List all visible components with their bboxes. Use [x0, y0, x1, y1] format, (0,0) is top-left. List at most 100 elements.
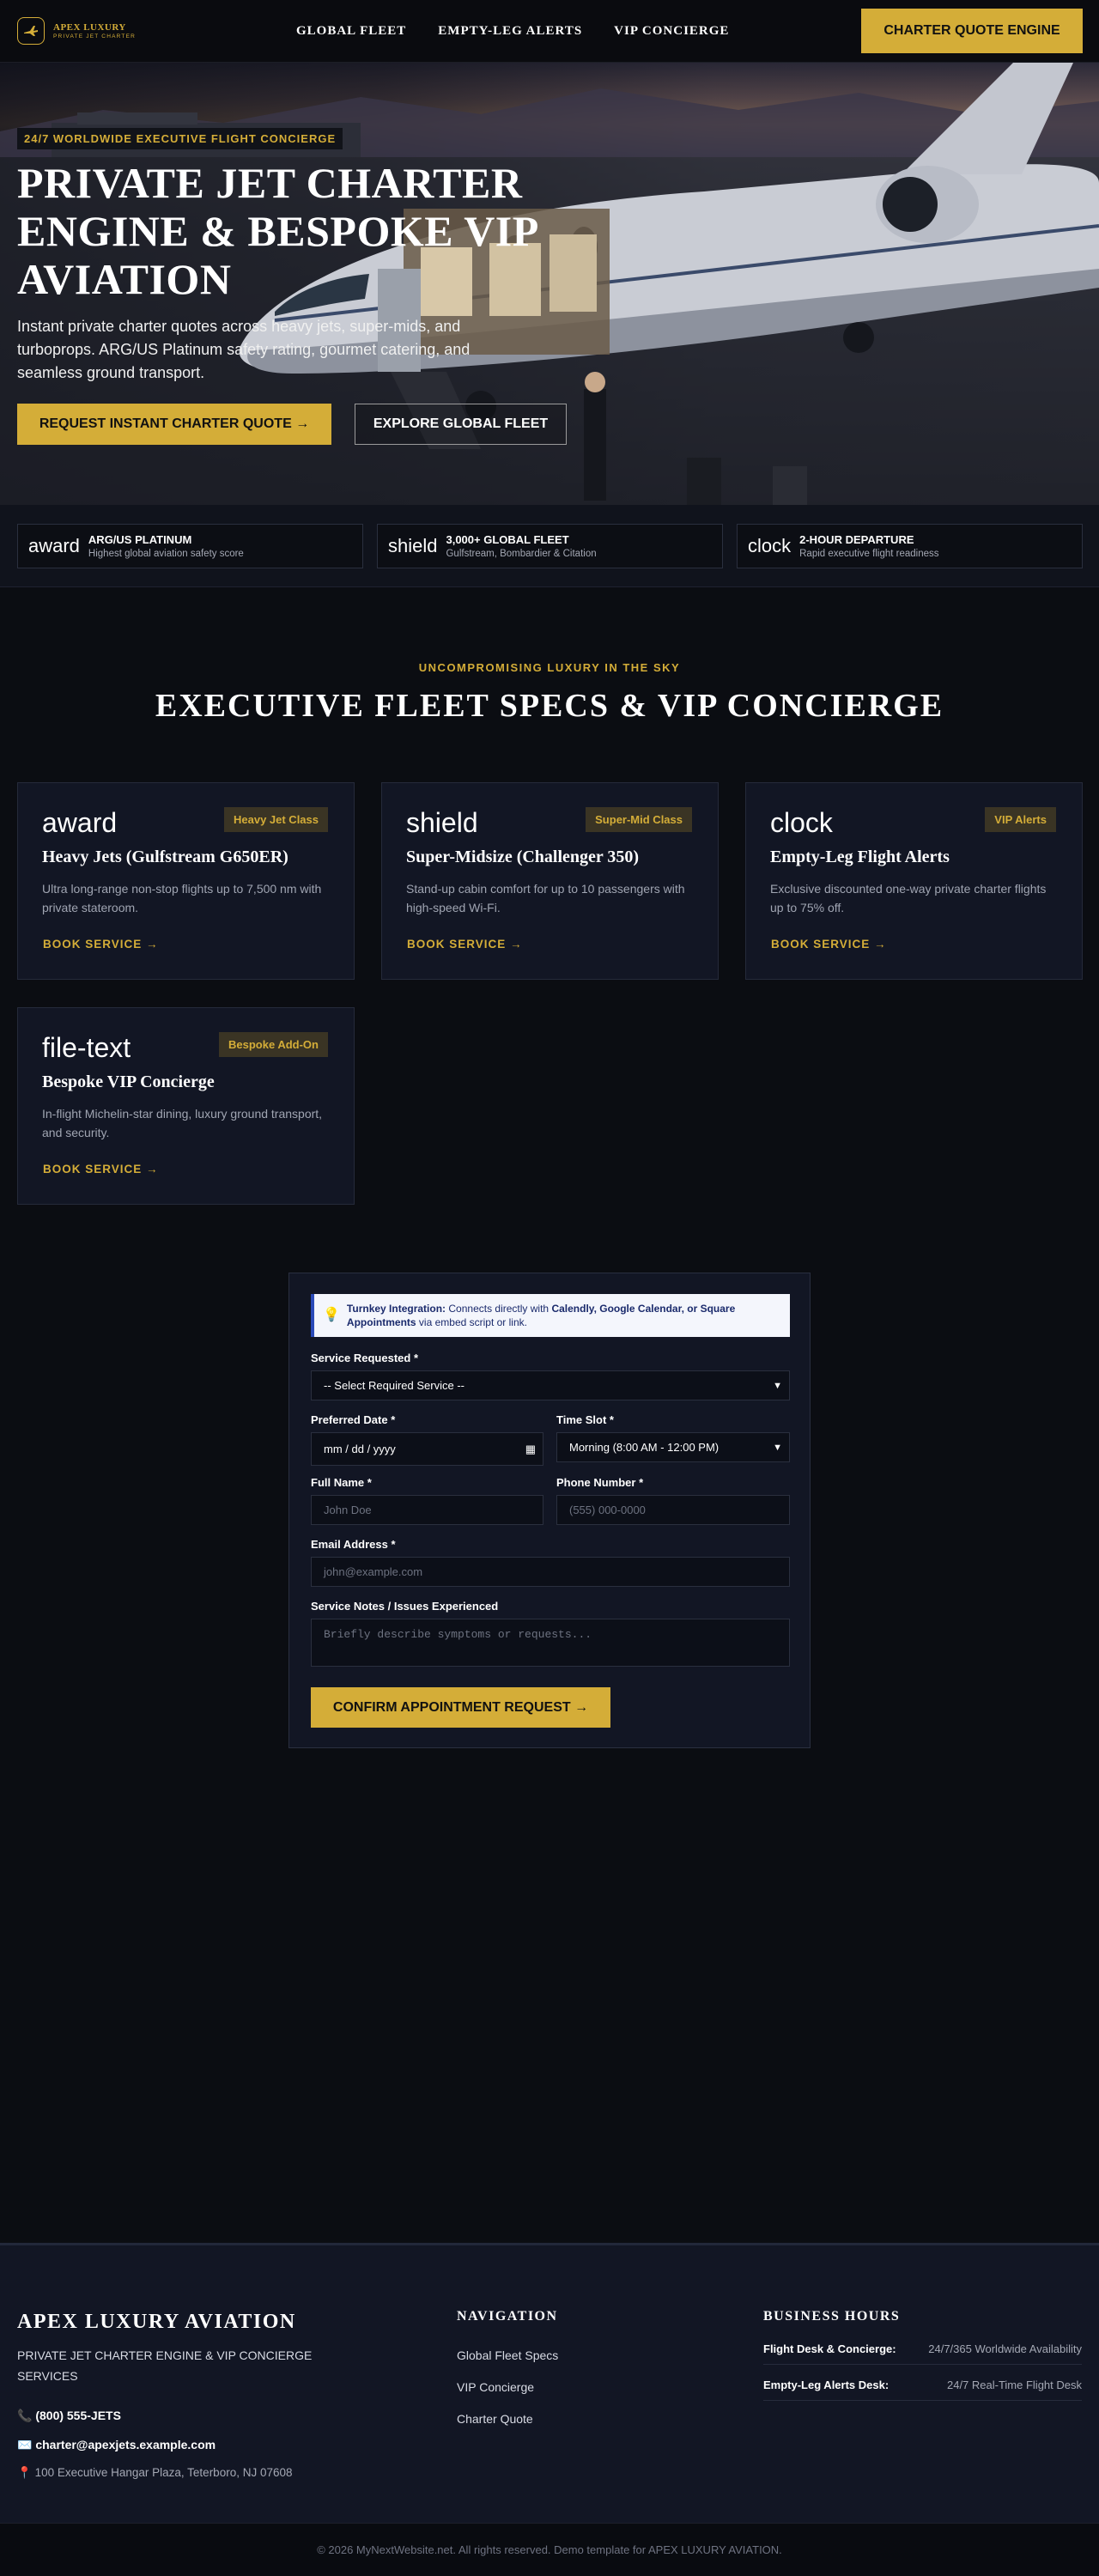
service-card-super-midsize: shield Super-Mid Class Super-Midsize (Ch…	[381, 782, 719, 980]
services-eyebrow: UNCOMPROMISING LUXURY IN THE SKY	[418, 661, 681, 674]
phone-label: Phone Number *	[556, 1476, 644, 1489]
full-name-input[interactable]: John Doe	[311, 1495, 543, 1525]
service-title: Super-Midsize (Challenger 350)	[406, 848, 640, 866]
hero-section: 24/7 WORLDWIDE EXECUTIVE FLIGHT CONCIERG…	[0, 63, 1099, 505]
hero-subtitle: Instant private charter quotes across he…	[17, 318, 471, 381]
phone-icon: 📞	[17, 2409, 36, 2422]
appointment-form: 💡 Turnkey Integration: Connects directly…	[288, 1273, 811, 1748]
note-text: Connects directly with	[446, 1303, 552, 1315]
service-select[interactable]: -- Select Required Service -- ▼	[311, 1370, 790, 1400]
hours-row: Flight Desk & Concierge: 24/7/365 Worldwi…	[763, 2342, 1082, 2365]
service-desc: Stand-up cabin comfort for up to 10 pass…	[406, 882, 685, 914]
footer-tagline: PRIVATE JET CHARTER ENGINE & VIP CONCIER…	[17, 2348, 313, 2383]
stat-desc: Rapid executive flight readiness	[799, 549, 939, 559]
logo[interactable]: APEX LUXURY PRIVATE JET CHARTER	[17, 17, 275, 45]
lightbulb-icon: 💡	[323, 1308, 340, 1322]
explore-global-fleet-button[interactable]: EXPLORE GLOBAL FLEET	[355, 404, 567, 445]
book-service-link[interactable]: BOOK SERVICE →	[43, 1163, 159, 1176]
footer-brand: APEX LUXURY AVIATION	[17, 2311, 296, 2333]
confirm-appointment-button[interactable]: CONFIRM APPOINTMENT REQUEST →	[311, 1687, 610, 1728]
email-input[interactable]: john@example.com	[311, 1557, 790, 1587]
time-slot-label: Time Slot *	[556, 1413, 614, 1426]
stat-desc: Highest global aviation safety score	[88, 549, 244, 559]
book-service-link[interactable]: BOOK SERVICE →	[43, 938, 159, 951]
footer-link-concierge[interactable]: VIP Concierge	[457, 2380, 534, 2394]
footer-address-text: 100 Executive Hangar Plaza, Teterboro, N…	[34, 2466, 293, 2479]
footer-nav-heading: NAVIGATION	[457, 2309, 558, 2324]
service-badge: Super-Mid Class	[586, 807, 692, 832]
stat-title: 2-HOUR DEPARTURE	[799, 533, 914, 546]
email-label: Email Address *	[311, 1538, 396, 1551]
footer-phone-text: (800) 555-JETS	[35, 2409, 121, 2422]
time-slot-value: Morning (8:00 AM - 12:00 PM)	[569, 1441, 720, 1454]
stat-fleet: shield 3,000+ GLOBAL FLEET Gulfstream, Bo…	[377, 524, 723, 568]
main-nav: GLOBAL FLEET EMPTY-LEG ALERTS VIP CONCIE…	[296, 24, 729, 39]
award-icon: award	[28, 535, 80, 556]
footer-link-quote[interactable]: Charter Quote	[457, 2412, 533, 2426]
service-desc: Exclusive discounted one-way private cha…	[770, 882, 1047, 914]
nav-vip-concierge[interactable]: VIP CONCIERGE	[614, 24, 729, 39]
book-service-link[interactable]: BOOK SERVICE →	[407, 938, 523, 951]
integration-note: 💡 Turnkey Integration: Connects directly…	[311, 1294, 790, 1337]
service-card-empty-leg: clock VIP Alerts Empty-Leg Flight Alerts…	[745, 782, 1083, 980]
site-header: APEX LUXURY PRIVATE JET CHARTER GLOBAL F…	[0, 0, 1099, 63]
date-input[interactable]: mm / dd / yyyy ▦	[311, 1432, 543, 1466]
stat-departure: clock 2-HOUR DEPARTURE Rapid executive fl…	[737, 524, 1083, 568]
hero-title: PRIVATE JET CHARTER ENGINE & BESPOKE VIP…	[17, 159, 537, 303]
stat-title: 3,000+ GLOBAL FLEET	[446, 533, 569, 546]
copyright: © 2026 MyNextWebsite.net. All rights res…	[0, 2523, 1099, 2576]
book-service-link[interactable]: BOOK SERVICE →	[771, 938, 887, 951]
footer-phone[interactable]: 📞 (800) 555-JETS	[17, 2409, 121, 2423]
request-charter-quote-button[interactable]: REQUEST INSTANT CHARTER QUOTE →	[17, 404, 331, 445]
calendar-icon[interactable]: ▦	[525, 1443, 536, 1456]
notes-label: Service Notes / Issues Experienced	[311, 1600, 499, 1613]
service-label: Service Requested *	[311, 1352, 419, 1364]
date-input-value: mm / dd / yyyy	[324, 1443, 396, 1455]
hours-value: 24/7/365 Worldwide Availability	[928, 2342, 1082, 2355]
full-name-label: Full Name *	[311, 1476, 372, 1489]
service-title: Empty-Leg Flight Alerts	[770, 848, 950, 866]
stat-desc: Gulfstream, Bombardier & Citation	[446, 549, 597, 559]
service-select-value: -- Select Required Service --	[324, 1379, 464, 1392]
service-badge: Heavy Jet Class	[223, 807, 328, 832]
hours-value: 24/7 Real-Time Flight Desk	[946, 2379, 1082, 2391]
nav-empty-leg-alerts[interactable]: EMPTY-LEG ALERTS	[438, 24, 582, 39]
hours-label: Empty-Leg Alerts Desk:	[763, 2379, 890, 2391]
note-text-end: via embed script or link.	[416, 1316, 527, 1328]
nav-global-fleet[interactable]: GLOBAL FLEET	[296, 24, 406, 39]
chevron-down-icon: ▼	[773, 1380, 782, 1391]
service-title: Heavy Jets (Gulfstream G650ER)	[42, 848, 288, 866]
stat-title: ARG/US PLATINUM	[88, 533, 192, 546]
footer-email-text: charter@apexjets.example.com	[35, 2438, 216, 2451]
hours-label: Flight Desk & Concierge:	[763, 2342, 896, 2355]
note-bold: Turnkey Integration:	[346, 1303, 446, 1315]
brand-tagline: PRIVATE JET CHARTER	[53, 33, 136, 39]
service-badge: VIP Alerts	[985, 807, 1056, 832]
footer-address: 📍 100 Executive Hangar Plaza, Teterboro,…	[17, 2466, 293, 2480]
charter-quote-engine-button[interactable]: CHARTER QUOTE ENGINE	[861, 9, 1083, 53]
mail-icon: ✉️	[17, 2438, 36, 2451]
jet-logo-icon	[17, 17, 45, 45]
footer-hours-heading: BUSINESS HOURS	[763, 2309, 901, 2324]
brand-name: APEX LUXURY	[53, 22, 126, 33]
time-slot-select[interactable]: Morning (8:00 AM - 12:00 PM) ▼	[556, 1432, 790, 1462]
service-card-vip-concierge: file-text Bespoke Add-On Bespoke VIP Con…	[17, 1007, 355, 1205]
date-label: Preferred Date *	[311, 1413, 396, 1426]
chevron-down-icon: ▼	[773, 1442, 782, 1453]
service-desc: In-flight Michelin-star dining, luxury g…	[42, 1107, 323, 1139]
footer-link-fleet[interactable]: Global Fleet Specs	[457, 2348, 558, 2362]
service-title: Bespoke VIP Concierge	[42, 1072, 215, 1091]
phone-input[interactable]: (555) 000-0000	[556, 1495, 790, 1525]
hero-eyebrow: 24/7 WORLDWIDE EXECUTIVE FLIGHT CONCIERG…	[17, 128, 343, 149]
trust-stats-bar: award ARG/US PLATINUM Highest global avia…	[0, 505, 1099, 587]
clock-icon: clock	[748, 535, 792, 556]
service-badge: Bespoke Add-On	[219, 1032, 328, 1057]
hours-row: Empty-Leg Alerts Desk: 24/7 Real-Time Fli…	[763, 2379, 1082, 2401]
notes-textarea[interactable]: Briefly describe symptoms or requests...	[311, 1619, 790, 1667]
site-footer: APEX LUXURY AVIATION PRIVATE JET CHARTER…	[0, 2243, 1099, 2523]
stat-safety: award ARG/US PLATINUM Highest global avia…	[17, 524, 363, 568]
services-title: EXECUTIVE FLEET SPECS & VIP CONCIERGE	[155, 688, 944, 724]
footer-email[interactable]: ✉️ charter@apexjets.example.com	[17, 2438, 216, 2452]
shield-icon: shield	[388, 535, 438, 556]
map-pin-icon: 📍	[17, 2466, 35, 2479]
